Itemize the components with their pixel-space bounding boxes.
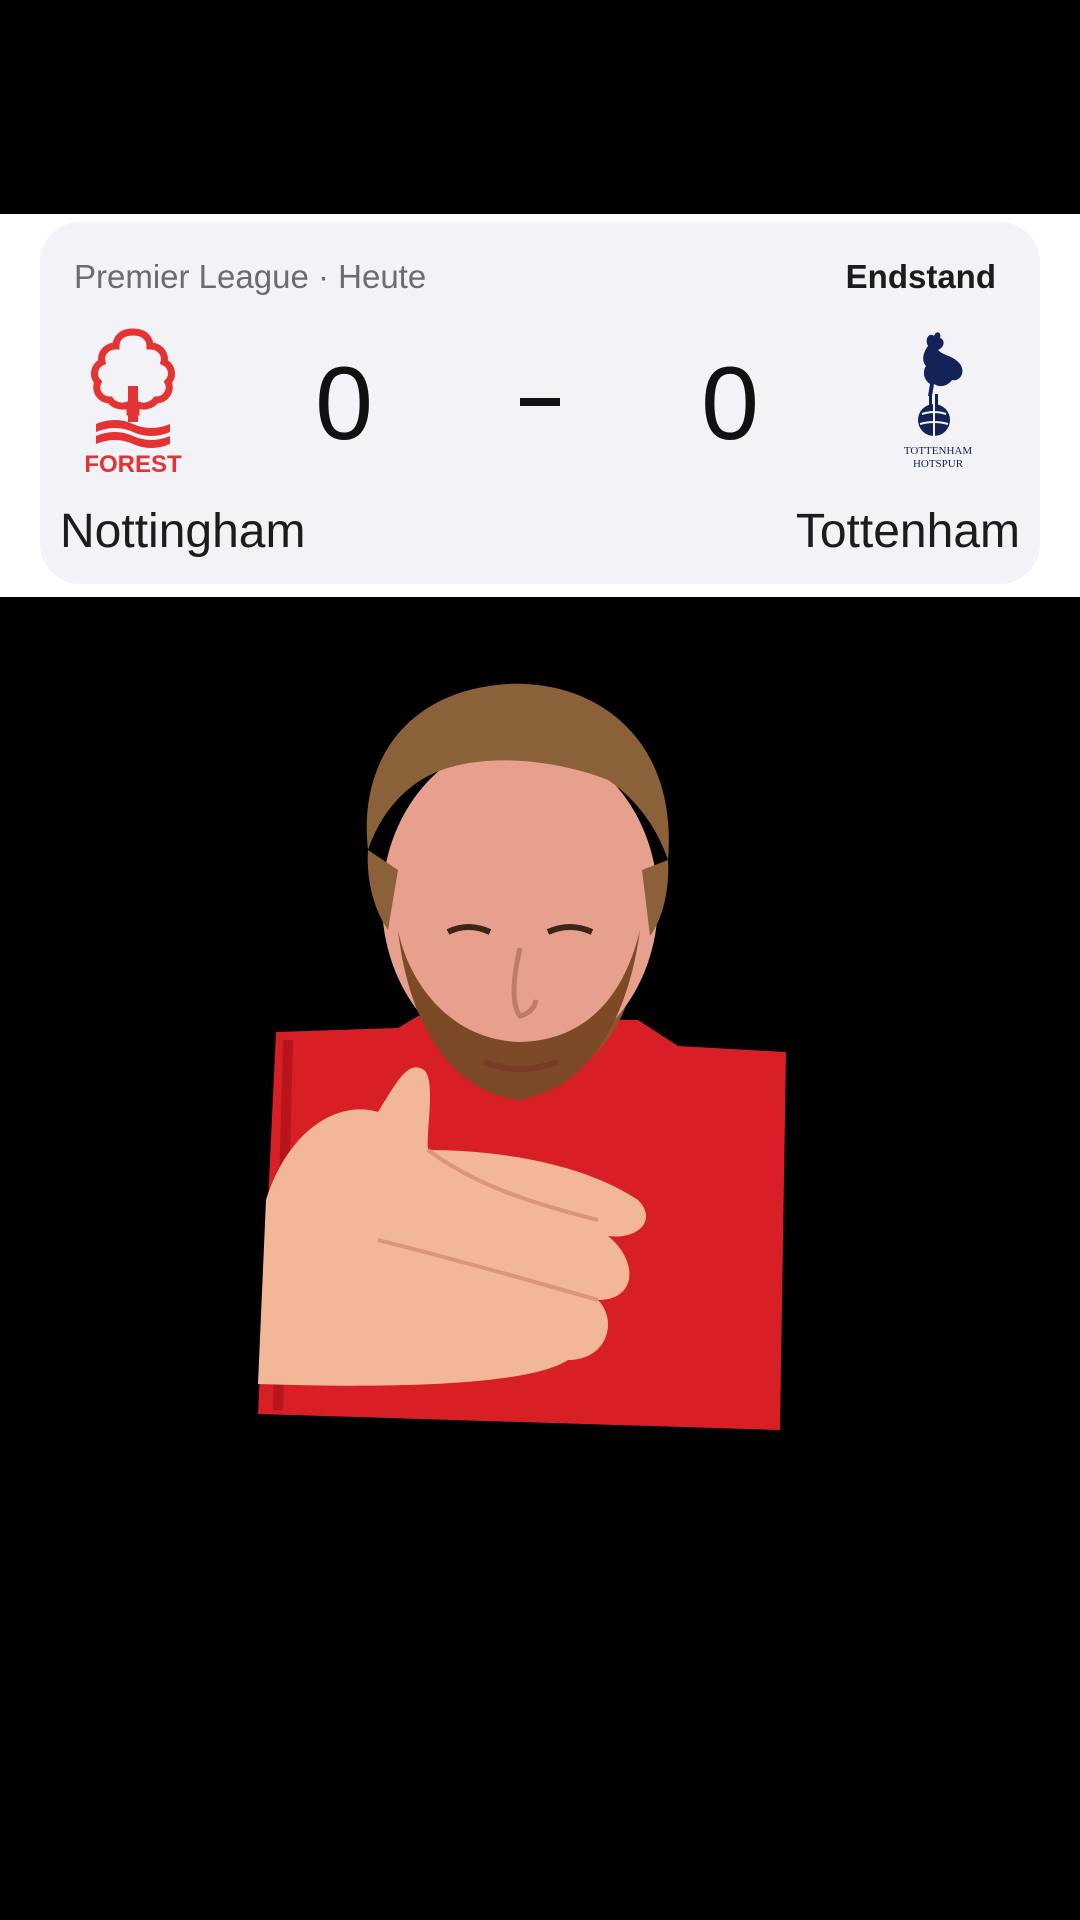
home-score: 0 [315, 346, 373, 462]
home-team-name: Nottingham [60, 505, 306, 558]
presenter-cutout [258, 680, 798, 1430]
svg-text:TOTTENHAM: TOTTENHAM [904, 445, 972, 457]
tottenham-hotspur-crest-icon: TOTTENHAM HOTSPUR [888, 326, 988, 476]
nottingham-forest-crest-icon: FOREST [78, 326, 188, 478]
score-banner: Premier League · Heute Endstand FOREST 0… [0, 214, 1080, 597]
away-score: 0 [701, 346, 759, 462]
score-card[interactable]: Premier League · Heute Endstand FOREST 0… [40, 222, 1040, 584]
competition-label: Premier League · Heute [74, 258, 427, 295]
away-team-name: Tottenham [795, 505, 1020, 558]
score-separator [520, 398, 560, 406]
svg-text:FOREST: FOREST [84, 451, 182, 476]
svg-text:HOTSPUR: HOTSPUR [913, 458, 964, 470]
video-frame: Premier League · Heute Endstand FOREST 0… [0, 0, 1080, 1920]
match-status: Endstand [845, 258, 996, 295]
